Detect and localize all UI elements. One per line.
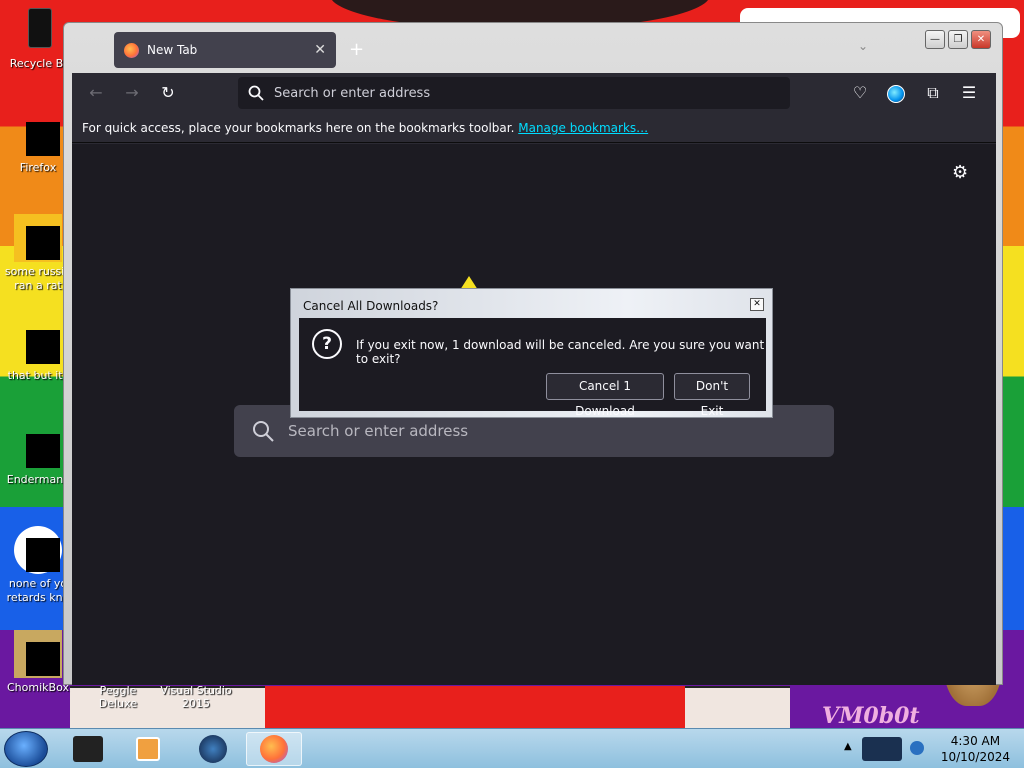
- nav-toolbar: ← → ↻ Search or enter address ♡ ⧉ ☰: [72, 73, 996, 113]
- file-icon: [14, 214, 62, 262]
- terminal-icon: [73, 736, 103, 762]
- desktop-icon-label: Recycle Bi: [9, 57, 67, 70]
- globe-icon: [199, 735, 227, 763]
- desktop-icon-label: none of yo retards kno: [6, 577, 70, 604]
- firefox-icon: [260, 735, 288, 763]
- desktop-icon-label: Endermanc: [6, 473, 70, 486]
- watermark-text: VM0b0t: [822, 703, 920, 729]
- start-button[interactable]: [4, 731, 48, 767]
- taskbar-item-globe[interactable]: [185, 732, 241, 766]
- list-tabs-icon[interactable]: ⌄: [858, 39, 868, 53]
- account-icon[interactable]: [886, 83, 906, 103]
- menu-icon[interactable]: ☰: [959, 83, 979, 103]
- taskbar-item-firefox[interactable]: [246, 732, 302, 766]
- tab-title: New Tab: [147, 43, 198, 57]
- clock-date: 10/10/2024: [940, 750, 1010, 764]
- close-tab-icon[interactable]: ✕: [314, 42, 326, 58]
- new-tab-search-placeholder: Search or enter address: [288, 422, 469, 440]
- search-icon: [253, 421, 274, 442]
- dialog-title: Cancel All Downloads?: [303, 299, 439, 313]
- app-icon: [14, 630, 62, 678]
- tray-expand-icon[interactable]: ▲: [844, 741, 852, 752]
- clock-time: 4:30 AM: [950, 734, 1001, 748]
- dont-exit-button[interactable]: Don't Exit: [674, 373, 750, 418]
- close-window-button[interactable]: ✕: [971, 30, 991, 49]
- wallpaper-red-band: [265, 686, 685, 728]
- bookmarks-hint: For quick access, place your bookmarks h…: [82, 121, 515, 135]
- system-tray: ▲ 4:30 AM 10/10/2024: [840, 729, 1024, 768]
- taskbar-item-media-player[interactable]: [120, 732, 176, 766]
- desktop-icon-label: ChomikBox: [7, 681, 69, 694]
- desktop-icon-label: some russia ran a rat: [4, 265, 72, 292]
- network-icon[interactable]: [910, 741, 924, 755]
- taskbar-item-terminal[interactable]: [60, 732, 116, 766]
- minimize-button[interactable]: —: [925, 30, 945, 49]
- recycle-bin-icon: [14, 6, 62, 54]
- url-bar[interactable]: Search or enter address: [238, 77, 790, 109]
- clock[interactable]: 4:30 AM 10/10/2024: [941, 733, 1010, 765]
- bookmarks-toolbar: For quick access, place your bookmarks h…: [72, 113, 996, 143]
- tray-app-icon[interactable]: [862, 737, 902, 761]
- app-icon: [14, 526, 62, 574]
- cancel-downloads-dialog: Cancel All Downloads? ✕ ? If you exit no…: [290, 288, 773, 418]
- manage-bookmarks-link[interactable]: Manage bookmarks…: [518, 121, 648, 135]
- pocket-icon[interactable]: ♡: [850, 83, 870, 103]
- desktop-icon-label: Firefox: [19, 161, 57, 174]
- firefox-icon: [14, 110, 62, 158]
- desktop-icon-label: that but its: [7, 369, 69, 382]
- media-player-icon: [136, 737, 160, 761]
- app-icon: [14, 422, 62, 470]
- new-tab-button[interactable]: +: [349, 39, 364, 60]
- reload-icon[interactable]: ↻: [158, 83, 178, 103]
- dialog-close-button[interactable]: ✕: [750, 298, 764, 311]
- dialog-body: ? If you exit now, 1 download will be ca…: [299, 318, 766, 418]
- url-bar-placeholder: Search or enter address: [274, 85, 431, 101]
- search-icon: [248, 85, 264, 101]
- dialog-message: If you exit now, 1 download will be canc…: [356, 338, 765, 366]
- desktop-icon-visual-studio[interactable]: Visual Studio 2015: [158, 684, 234, 710]
- file-icon: [14, 318, 62, 366]
- gear-icon[interactable]: ⚙: [952, 162, 968, 183]
- desktop-icon-peggle[interactable]: Peggle Deluxe: [80, 684, 156, 710]
- back-icon[interactable]: ←: [86, 83, 106, 103]
- maximize-button[interactable]: ❐: [948, 30, 968, 49]
- tab-new-tab[interactable]: New Tab ✕: [114, 32, 336, 68]
- extensions-icon[interactable]: ⧉: [923, 83, 943, 103]
- firefox-icon: [124, 42, 139, 58]
- cancel-download-button[interactable]: Cancel 1 Download: [546, 373, 664, 418]
- taskbar: ▲ 4:30 AM 10/10/2024: [0, 728, 1024, 768]
- forward-icon[interactable]: →: [122, 83, 142, 103]
- question-icon: ?: [312, 329, 342, 359]
